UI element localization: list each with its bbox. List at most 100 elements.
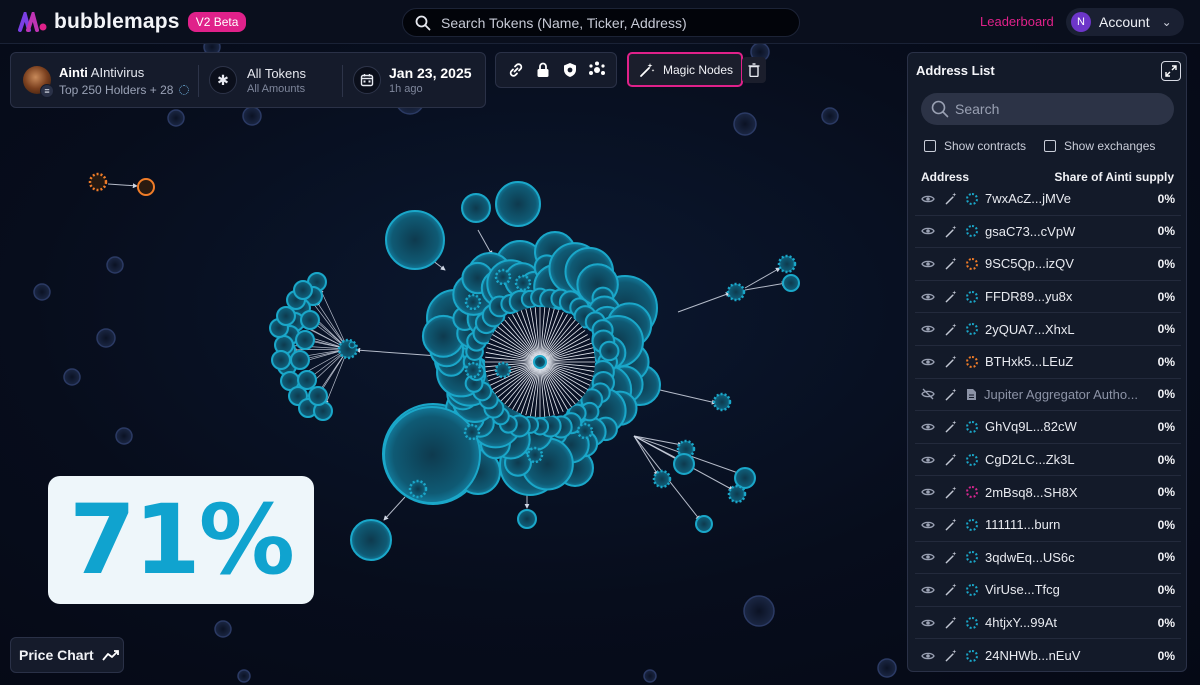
eye-icon[interactable] (921, 520, 935, 530)
address-text[interactable]: 24NHWb...nEuV (985, 648, 1165, 663)
address-text[interactable]: CgD2LC...Zk3L (985, 452, 1165, 467)
eye-icon[interactable] (921, 585, 935, 595)
trash-icon[interactable] (742, 57, 766, 83)
snapshot-date[interactable]: Jan 23, 2025 (389, 65, 472, 81)
logo[interactable]: bubblemaps V2 Beta (18, 8, 247, 34)
list-item[interactable]: 2mBsq8...SH8X 0% (915, 476, 1181, 509)
eye-icon[interactable] (921, 455, 935, 465)
eye-icon[interactable] (921, 618, 935, 628)
address-text[interactable]: BTHxk5...LEuZ (985, 354, 1165, 369)
address-text[interactable]: 111111...burn (985, 517, 1165, 532)
show-exchanges-toggle[interactable]: Show exchanges (1044, 139, 1155, 153)
eye-icon[interactable] (921, 226, 935, 236)
collapse-icon[interactable] (1161, 61, 1181, 81)
magic-wand-icon[interactable] (945, 388, 959, 401)
asterisk-icon[interactable]: ✱ (209, 66, 237, 94)
checkbox[interactable] (924, 140, 936, 152)
holder-bubble[interactable] (290, 350, 310, 370)
list-item[interactable]: 24NHWb...nEuV 0% (915, 639, 1181, 672)
list-item[interactable]: GhVq9L...82cW 0% (915, 411, 1181, 444)
holder-bubble[interactable] (463, 423, 481, 441)
address-search[interactable] (921, 93, 1174, 125)
holder-bubble[interactable] (295, 330, 315, 350)
magic-wand-icon[interactable] (945, 616, 959, 629)
holder-bubble[interactable] (576, 422, 594, 440)
holder-bubble[interactable] (526, 446, 544, 464)
holder-bubble[interactable] (673, 453, 695, 475)
holder-bubble[interactable] (494, 361, 512, 379)
list-item[interactable]: 3qdwEq...US6c 0% (915, 542, 1181, 575)
holder-bubble[interactable] (308, 386, 328, 406)
link-icon[interactable] (505, 59, 527, 81)
magic-wand-icon[interactable] (945, 518, 959, 531)
address-text[interactable]: Jupiter Aggregator Autho... (984, 387, 1164, 402)
list-item[interactable]: FFDR89...yu8x 0% (915, 281, 1181, 314)
magic-wand-icon[interactable] (945, 486, 959, 499)
address-text[interactable]: 3qdwEq...US6c (985, 550, 1165, 565)
holder-bubble[interactable] (383, 406, 481, 504)
eye-icon[interactable] (921, 259, 935, 269)
token-search-input[interactable] (441, 14, 771, 31)
list-item[interactable]: 4htjxY...99At 0% (915, 607, 1181, 640)
network-icon[interactable] (586, 59, 608, 81)
magic-wand-icon[interactable] (945, 420, 959, 433)
price-chart-button[interactable]: Price Chart (10, 637, 124, 673)
lock-icon[interactable] (532, 59, 554, 81)
holder-bubble[interactable] (782, 274, 800, 292)
eye-icon[interactable] (921, 357, 935, 367)
holder-bubble[interactable] (385, 210, 445, 270)
magic-wand-icon[interactable] (945, 355, 959, 368)
eye-off-icon[interactable] (921, 388, 935, 400)
eye-icon[interactable] (921, 487, 935, 497)
eye-icon[interactable] (921, 552, 935, 562)
holders-selector[interactable]: Top 250 Holders + 28 (59, 83, 189, 97)
list-item[interactable]: 2yQUA7...XhxL 0% (915, 313, 1181, 346)
holder-bubble[interactable] (300, 310, 320, 330)
holder-bubble[interactable] (517, 509, 537, 529)
holder-bubble[interactable] (408, 479, 428, 499)
eye-icon[interactable] (921, 194, 935, 204)
list-item[interactable]: CgD2LC...Zk3L 0% (915, 444, 1181, 477)
holder-bubble[interactable] (464, 361, 482, 379)
magic-wand-icon[interactable] (945, 290, 959, 303)
holder-bubble[interactable] (695, 515, 713, 533)
address-text[interactable]: 9SC5Qp...izQV (985, 256, 1165, 271)
amounts-filter[interactable]: All Amounts (247, 83, 305, 95)
holder-bubble[interactable] (494, 268, 512, 286)
orange-bubble[interactable] (137, 178, 155, 196)
holder-bubble[interactable] (293, 280, 313, 300)
holder-bubble[interactable] (598, 340, 620, 362)
magic-wand-icon[interactable] (945, 323, 959, 336)
address-text[interactable]: 2yQUA7...XhxL (985, 322, 1165, 337)
holder-bubble[interactable] (276, 306, 296, 326)
address-text[interactable]: GhVq9L...82cW (985, 419, 1165, 434)
list-item[interactable]: Jupiter Aggregator Autho... 0% (915, 379, 1181, 412)
magic-wand-icon[interactable] (945, 192, 959, 205)
address-text[interactable]: VirUse...Tfcg (985, 582, 1165, 597)
magic-nodes-button[interactable]: Magic Nodes (627, 52, 743, 87)
address-text[interactable]: FFDR89...yu8x (985, 289, 1165, 304)
magic-wand-icon[interactable] (945, 453, 959, 466)
holder-bubble[interactable] (514, 274, 532, 292)
hub-bubble[interactable] (533, 355, 547, 369)
magic-wand-icon[interactable] (945, 225, 959, 238)
account-menu[interactable]: N Account ⌄ (1066, 8, 1184, 36)
list-item[interactable]: 111111...burn 0% (915, 509, 1181, 542)
address-text[interactable]: 2mBsq8...SH8X (985, 485, 1165, 500)
token-search[interactable] (402, 8, 800, 37)
address-text[interactable]: 4htjxY...99At (985, 615, 1165, 630)
eye-icon[interactable] (921, 422, 935, 432)
shield-icon[interactable] (559, 59, 581, 81)
list-item[interactable]: gsaC73...cVpW 0% (915, 216, 1181, 249)
magic-wand-icon[interactable] (945, 551, 959, 564)
holder-bubble[interactable] (727, 484, 747, 504)
holder-bubble[interactable] (495, 181, 541, 227)
holder-bubble[interactable] (464, 293, 482, 311)
eye-icon[interactable] (921, 324, 935, 334)
list-item[interactable]: 7wxAcZ...jMVe 0% (915, 183, 1181, 216)
holder-bubble[interactable] (777, 254, 797, 274)
address-text[interactable]: gsaC73...cVpW (985, 224, 1165, 239)
address-search-input[interactable] (955, 101, 1155, 117)
address-text[interactable]: 7wxAcZ...jMVe (985, 191, 1165, 206)
eye-icon[interactable] (921, 292, 935, 302)
